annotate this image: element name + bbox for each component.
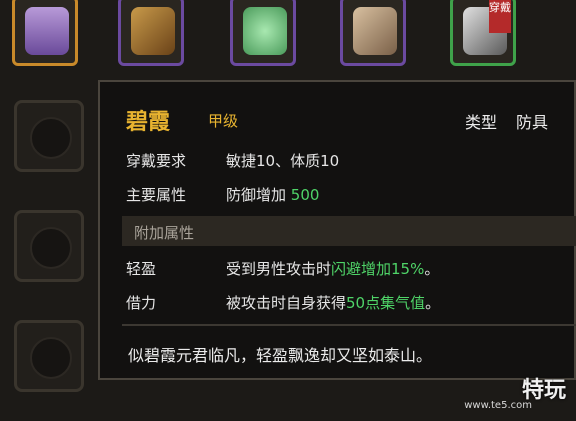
- inventory-slot[interactable]: [14, 100, 84, 172]
- trait-label: 轻盈: [126, 260, 157, 278]
- main-attr-label: 主要属性: [126, 186, 187, 204]
- trait-desc: 被攻击时自身获得50点集气值。: [226, 292, 440, 313]
- stone-armor-icon: [353, 7, 397, 55]
- main-attr-value-wrap: 防御增加 500: [226, 184, 319, 205]
- item-grade: 甲级: [208, 112, 239, 130]
- trait-desc: 受到男性攻击时闪避增加15%。: [226, 258, 439, 279]
- equipment-slot-jade[interactable]: [230, 0, 296, 66]
- type-label: 类型: [465, 113, 498, 132]
- trait-desc-suffix: 。: [424, 260, 440, 278]
- requirement-row: 穿戴要求 敏捷10、体质10: [126, 150, 339, 171]
- trait-desc-suffix: 。: [425, 294, 441, 312]
- main-attr-prefix: 防御增加: [226, 186, 287, 204]
- trait-row: 轻盈 受到男性攻击时闪避增加15%。: [126, 258, 439, 279]
- inventory-slot[interactable]: [14, 210, 84, 282]
- equipment-slot-blade[interactable]: 穿戴: [450, 0, 516, 66]
- trait-desc-highlight: 50点集气值: [346, 294, 426, 312]
- robe-icon: [25, 7, 69, 55]
- trait-desc-highlight: 闪避增加15%: [331, 260, 425, 278]
- trait-desc-prefix: 受到男性攻击时: [226, 260, 332, 278]
- watermark-url: www.te5.com: [464, 400, 532, 411]
- divider: [122, 324, 576, 326]
- requirement-value: 敏捷10、体质10: [226, 152, 340, 170]
- trait-label: 借力: [126, 294, 157, 312]
- jade-armor-icon: [243, 7, 287, 55]
- trait-row: 借力 被攻击时自身获得50点集气值。: [126, 292, 440, 313]
- type-value: 防具: [516, 113, 549, 132]
- main-attr-row: 主要属性 防御增加 500: [126, 184, 319, 205]
- equipment-slot-row: 穿戴: [0, 0, 576, 72]
- item-tooltip: 碧霞 甲级 类型 防具 穿戴要求 敏捷10、体质10 主要属性 防御增加 500…: [98, 80, 576, 380]
- leather-armor-icon: [131, 7, 175, 55]
- trait-desc-prefix: 被攻击时自身获得: [226, 294, 347, 312]
- requirement-label: 穿戴要求: [126, 152, 187, 170]
- equipment-slot-leather[interactable]: [118, 0, 184, 66]
- inventory-slot[interactable]: [14, 320, 84, 392]
- item-name: 碧霞: [126, 110, 171, 135]
- equipped-tag: 穿戴: [489, 0, 511, 33]
- extra-section-title: 附加属性: [134, 224, 195, 242]
- main-attr-value: 500: [290, 186, 320, 204]
- equipment-slot-stone[interactable]: [340, 0, 406, 66]
- equipment-slot-robe[interactable]: [12, 0, 78, 66]
- flavor-text: 似碧霞元君临凡，轻盈飘逸却又坚如泰山。: [128, 346, 433, 365]
